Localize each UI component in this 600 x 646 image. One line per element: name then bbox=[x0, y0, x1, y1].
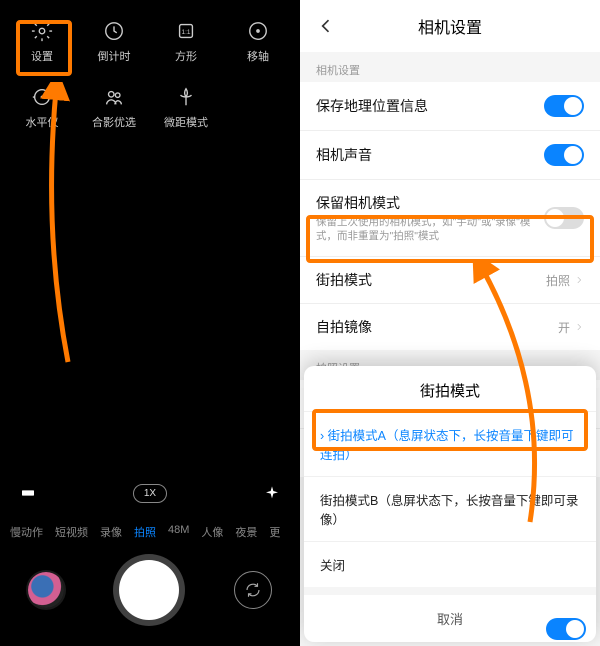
row-街拍模式[interactable]: 街拍模式拍照 bbox=[300, 257, 600, 304]
level-icon bbox=[31, 86, 53, 108]
macro-option[interactable]: 微距模式 bbox=[150, 86, 222, 130]
row-value: 拍照 bbox=[546, 272, 570, 289]
toggle[interactable] bbox=[544, 95, 584, 117]
row-相机声音[interactable]: 相机声音 bbox=[300, 131, 600, 180]
viewfinder bbox=[0, 150, 300, 468]
mode-夜景[interactable]: 夜景 bbox=[235, 524, 257, 540]
square-option[interactable]: 1:1 方形 bbox=[150, 20, 222, 64]
sheet-option[interactable]: 街拍模式B（息屏状态下，长按音量下键即可录像） bbox=[304, 476, 596, 541]
viewfinder-controls: 1X bbox=[0, 468, 300, 518]
zoom-pill[interactable]: 1X bbox=[133, 484, 167, 503]
row-sub: 保留上次使用的相机模式，如"手动"或"录像"模式，而非重置为"拍照"模式 bbox=[316, 216, 544, 243]
settings-header: 相机设置 bbox=[300, 0, 600, 52]
sheet-title: 街拍模式 bbox=[304, 366, 596, 411]
chevron-right-icon bbox=[574, 275, 584, 285]
timer-option[interactable]: 倒计时 bbox=[78, 20, 150, 64]
mid-options: 水平仪 合影优选 微距模式 bbox=[0, 74, 300, 150]
top-options: 设置 倒计时 1:1 方形 移轴 bbox=[0, 0, 300, 74]
corner-toggle[interactable] bbox=[546, 618, 586, 640]
row-label: 相机声音 bbox=[316, 145, 544, 165]
row-自拍镜像[interactable]: 自拍镜像开 bbox=[300, 304, 600, 350]
gallery-thumb[interactable] bbox=[28, 572, 64, 608]
row-value: 开 bbox=[558, 319, 570, 336]
mode-录像[interactable]: 录像 bbox=[100, 524, 122, 540]
sheet-option[interactable]: › 街拍模式A（息屏状态下，长按音量下键即可连拍） bbox=[304, 411, 596, 476]
level-option[interactable]: 水平仪 bbox=[6, 86, 78, 130]
row-保存地理位置信息[interactable]: 保存地理位置信息 bbox=[300, 82, 600, 131]
row-保留相机模式[interactable]: 保留相机模式保留上次使用的相机模式，如"手动"或"录像"模式，而非重置为"拍照"… bbox=[300, 180, 600, 257]
flip-camera[interactable] bbox=[234, 571, 272, 609]
mode-48M[interactable]: 48M bbox=[168, 524, 189, 540]
flip-icon bbox=[244, 581, 262, 599]
mode-短视频[interactable]: 短视频 bbox=[55, 524, 88, 540]
shutter-row bbox=[0, 546, 300, 646]
tilt-option[interactable]: 移轴 bbox=[222, 20, 294, 64]
timer-label: 倒计时 bbox=[98, 48, 131, 64]
camera-app: 设置 倒计时 1:1 方形 移轴 水平仪 合影优选 微距模式 bbox=[0, 0, 300, 646]
mode-selector[interactable]: 慢动作短视频录像拍照 48M 人像夜景更 bbox=[0, 518, 300, 546]
filter-icon[interactable] bbox=[264, 485, 280, 501]
svg-text:1:1: 1:1 bbox=[182, 29, 191, 36]
toggle[interactable] bbox=[544, 207, 584, 229]
square-label: 方形 bbox=[175, 48, 197, 64]
hdr-icon[interactable] bbox=[20, 485, 36, 501]
group-icon bbox=[103, 86, 125, 108]
mode-慢动作[interactable]: 慢动作 bbox=[10, 524, 43, 540]
mode-人像[interactable]: 人像 bbox=[201, 524, 223, 540]
street-mode-sheet: 街拍模式 › 街拍模式A（息屏状态下，长按音量下键即可连拍）街拍模式B（息屏状态… bbox=[304, 366, 596, 642]
settings-title: 相机设置 bbox=[316, 14, 584, 38]
macro-label: 微距模式 bbox=[164, 114, 208, 130]
row-label: 自拍镜像 bbox=[316, 317, 558, 337]
mode-更[interactable]: 更 bbox=[269, 524, 280, 540]
gear-icon bbox=[31, 20, 53, 42]
timer-icon bbox=[103, 20, 125, 42]
level-label: 水平仪 bbox=[26, 114, 59, 130]
action-sheet-wrap: 街拍模式 › 街拍模式A（息屏状态下，长按音量下键即可连拍）街拍模式B（息屏状态… bbox=[300, 416, 600, 646]
square-icon: 1:1 bbox=[175, 20, 197, 42]
settings-label: 设置 bbox=[31, 48, 53, 64]
toggle[interactable] bbox=[544, 144, 584, 166]
row-label: 街拍模式 bbox=[316, 270, 546, 290]
shutter-button[interactable] bbox=[119, 560, 179, 620]
section-camera: 相机设置 bbox=[300, 52, 600, 82]
row-label: 保留相机模式 bbox=[316, 193, 544, 213]
group-label: 合影优选 bbox=[92, 114, 136, 130]
mode-拍照[interactable]: 拍照 bbox=[134, 524, 156, 540]
tilt-label: 移轴 bbox=[247, 48, 269, 64]
sheet-option[interactable]: 关闭 bbox=[304, 541, 596, 587]
macro-icon bbox=[175, 86, 197, 108]
group-option[interactable]: 合影优选 bbox=[78, 86, 150, 130]
settings-option[interactable]: 设置 bbox=[6, 20, 78, 64]
tilt-icon bbox=[247, 20, 269, 42]
row-label: 保存地理位置信息 bbox=[316, 96, 544, 116]
chevron-right-icon bbox=[574, 322, 584, 332]
camera-settings: 相机设置 相机设置 保存地理位置信息相机声音保留相机模式保留上次使用的相机模式，… bbox=[300, 0, 600, 646]
